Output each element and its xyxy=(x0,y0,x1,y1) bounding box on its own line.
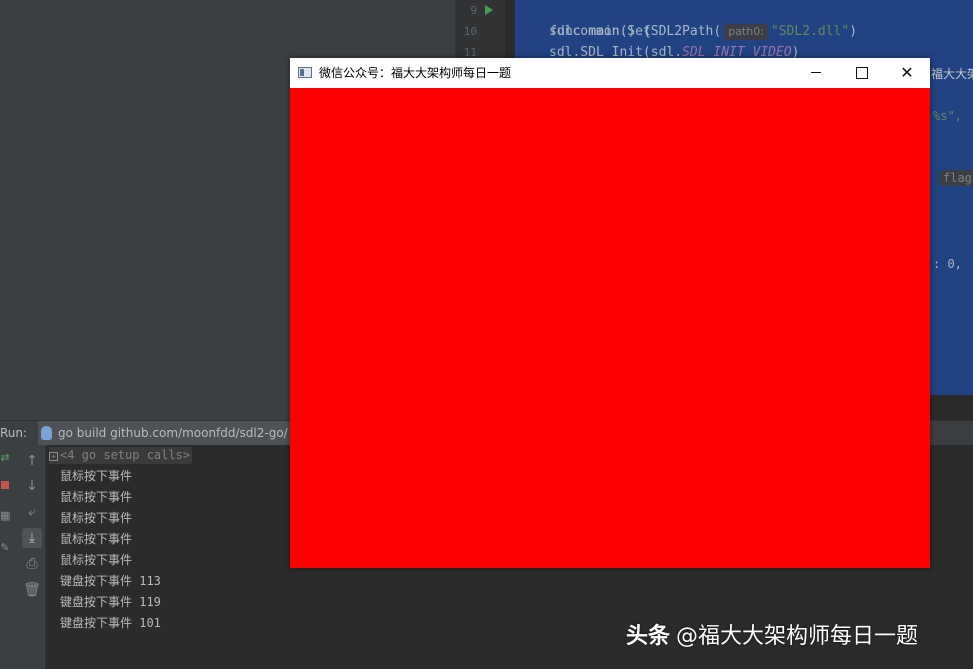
console-line: 鼠标按下事件 xyxy=(60,553,133,567)
run-actions-strip: ⇄ ▦ ✎ xyxy=(0,445,18,669)
code-line: func main() { xyxy=(518,0,651,39)
sdl-render-canvas[interactable] xyxy=(290,88,930,568)
rerun-icon[interactable]: ⇄ xyxy=(0,451,10,464)
scroll-to-end-icon[interactable]: ⤓ xyxy=(22,528,42,548)
scroll-up-icon[interactable]: ↑ xyxy=(22,451,42,471)
watermark-site: 头条 xyxy=(626,624,671,649)
console-line: 键盘按下事件 101 xyxy=(60,616,161,630)
line-number: 9 xyxy=(470,4,477,17)
run-config-name: go build github.com/moonfdd/sdl2-go/ xyxy=(58,426,288,440)
code-call: sdlcommon.SetSDL2Path( xyxy=(549,24,722,39)
run-config-tab[interactable]: go build github.com/moonfdd/sdl2-go/ xyxy=(38,421,298,446)
code-line: sdlcommon.SetSDL2Path(path0: "SDL2.dll") xyxy=(549,21,857,42)
trash-icon[interactable]: 🗑 xyxy=(22,580,42,600)
console-line: 键盘按下事件 113 xyxy=(60,574,161,588)
watermark: 头条 @福大大架构师每日一题 xyxy=(626,622,918,652)
run-main-icon[interactable] xyxy=(485,5,493,15)
sdl-window[interactable]: 微信公众号：福大大架构师每日一题 ✕ xyxy=(290,58,930,568)
line-number: 10 xyxy=(463,25,477,38)
app-window-icon xyxy=(298,67,312,78)
code-fragment: : 0, xyxy=(933,257,962,271)
code-paren: ) xyxy=(849,24,858,39)
console-line: 键盘按下事件 119 xyxy=(60,595,161,609)
minimize-button[interactable] xyxy=(793,58,839,88)
string-literal: "SDL2.dll" xyxy=(770,24,850,39)
scroll-down-icon[interactable]: ↓ xyxy=(22,476,42,496)
console-line: 鼠标按下事件 xyxy=(60,532,133,546)
setup-calls-text: <4 go setup calls> xyxy=(60,448,191,462)
soft-wrap-icon[interactable]: ⤶ xyxy=(22,502,42,522)
close-button[interactable]: ✕ xyxy=(884,58,930,88)
console-line: 鼠标按下事件 xyxy=(60,469,133,483)
maximize-button[interactable] xyxy=(838,58,884,88)
parameter-hint: flags: xyxy=(939,170,973,186)
parameter-hint: path0: xyxy=(724,24,768,40)
pin-icon[interactable]: ✎ xyxy=(0,541,10,554)
setup-calls-fold[interactable]: + <4 go setup calls> xyxy=(49,447,193,464)
layout-icon[interactable]: ▦ xyxy=(0,509,10,522)
print-icon[interactable]: ⎙ xyxy=(22,554,42,574)
code-fragment: %s", xyxy=(933,109,962,123)
console-line: 鼠标按下事件 xyxy=(60,490,133,504)
go-build-icon xyxy=(41,426,52,440)
stop-icon[interactable] xyxy=(0,479,10,492)
watermark-handle: @福大大架构师每日一题 xyxy=(676,624,919,649)
code-fragment: 福大大架 xyxy=(931,67,973,81)
sdl-window-titlebar[interactable]: 微信公众号：福大大架构师每日一题 ✕ xyxy=(290,58,930,88)
sdl-window-title: 微信公众号：福大大架构师每日一题 xyxy=(319,66,512,80)
console-line: 鼠标按下事件 xyxy=(60,511,133,525)
expand-icon[interactable]: + xyxy=(49,452,58,461)
run-label: Run: xyxy=(0,426,28,440)
console-toolbar: ↑ ↓ ⤶ ⤓ ⎙ 🗑 xyxy=(18,445,46,669)
